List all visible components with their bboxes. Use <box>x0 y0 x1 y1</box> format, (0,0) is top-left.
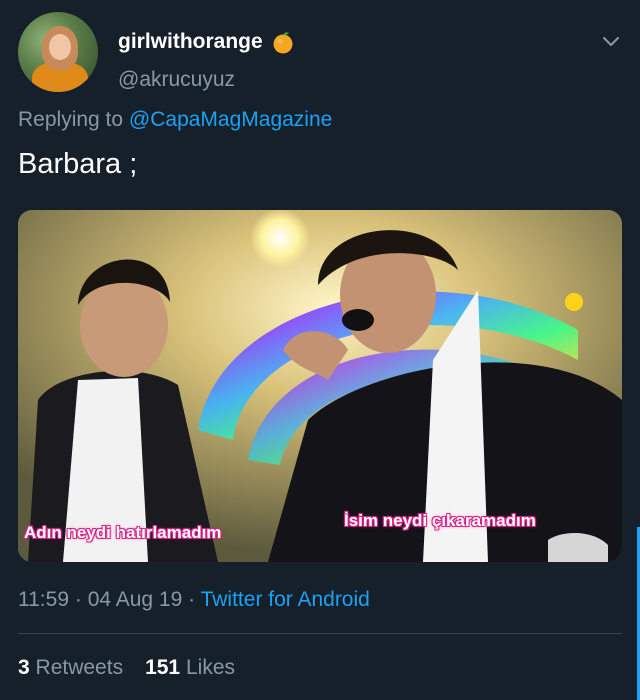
retweets-stat[interactable]: 3 Retweets <box>18 656 123 680</box>
reply-to-link[interactable]: @CapaMagMagazine <box>129 108 332 131</box>
orange-icon <box>271 30 295 54</box>
tweet-header: girlwithorange @akrucuyuz <box>18 12 622 92</box>
tweet-date: 04 Aug 19 <box>87 588 183 611</box>
image-caption-right: İsim neydi çıkaramadım <box>344 511 536 530</box>
likes-label: Likes <box>185 656 235 679</box>
tweet-source-link[interactable]: Twitter for Android <box>201 588 370 611</box>
meta-separator: · <box>188 588 196 611</box>
display-name-text: girlwithorange <box>118 30 263 53</box>
chevron-down-icon[interactable] <box>600 30 622 52</box>
user-handle[interactable]: @akrucuyuz <box>118 68 235 92</box>
retweets-count: 3 <box>18 656 30 679</box>
image-artwork <box>18 210 622 562</box>
reply-context: Replying to @CapaMagMagazine <box>18 108 332 132</box>
engagement-stats: 3 Retweets 151 Likes <box>18 656 235 680</box>
tweet-image[interactable]: Adın neydi hatırlamadım İsim neydi çıkar… <box>18 210 622 562</box>
tweet-metadata: 11:59 · 04 Aug 19 · Twitter for Android <box>18 588 370 612</box>
avatar-face <box>49 34 71 60</box>
display-name[interactable]: girlwithorange <box>118 30 295 54</box>
tweet-text: Barbara ; <box>18 148 138 180</box>
retweets-label: Retweets <box>35 656 124 679</box>
image-caption-left: Adın neydi hatırlamadım <box>24 523 222 542</box>
tweet-time: 11:59 <box>18 588 69 611</box>
likes-count: 151 <box>145 656 181 679</box>
likes-stat[interactable]: 151 Likes <box>145 656 235 680</box>
avatar[interactable] <box>18 12 98 92</box>
divider <box>18 633 622 634</box>
meta-separator: · <box>74 588 82 611</box>
reply-prefix: Replying to <box>18 108 124 131</box>
